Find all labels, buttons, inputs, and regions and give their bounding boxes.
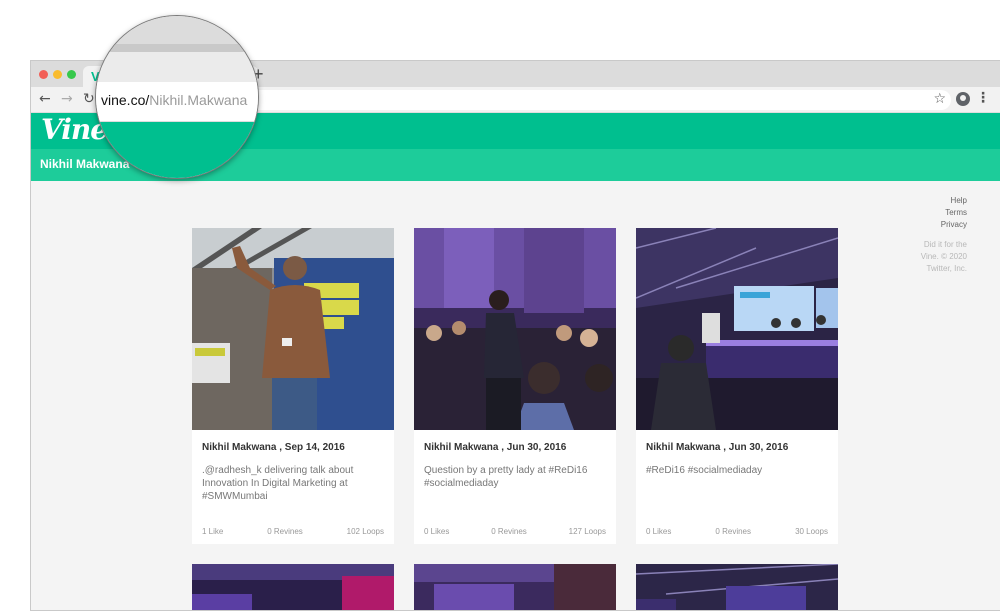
post-date: , Sep 14, 2016 — [276, 442, 345, 453]
profile-icon[interactable] — [956, 92, 970, 106]
revines-count[interactable]: 0 Revines — [715, 527, 751, 536]
post-meta: Nikhil Makwana , Jun 30, 2016 — [424, 442, 566, 453]
post-thumbnail[interactable] — [192, 228, 394, 430]
post-card[interactable]: Nikhil Makwana , Jun 30, 2016 #ReDi16 #s… — [636, 228, 838, 544]
post-card[interactable]: Nikhil Makwana , Jun 30, 2016 Question b… — [414, 228, 616, 544]
star-icon[interactable]: ☆ — [933, 91, 946, 107]
url-domain: vine.co/ — [101, 92, 150, 108]
likes-count[interactable]: 0 Likes — [424, 527, 449, 536]
likes-count[interactable]: 1 Like — [202, 527, 223, 536]
post-card[interactable]: Nikhil Makwana , Sep 14, 2016 .@radhesh_… — [192, 228, 394, 544]
forward-icon[interactable]: → — [61, 91, 73, 107]
maximize-window-button[interactable] — [67, 70, 76, 79]
footer-links: Help Terms Privacy Did it for the Vine. … — [917, 195, 967, 275]
post-thumbnail[interactable] — [636, 228, 838, 430]
likes-count[interactable]: 0 Likes — [646, 527, 671, 536]
url-path: Nikhil.Makwana — [149, 92, 248, 108]
privacy-link[interactable]: Privacy — [917, 219, 967, 231]
post-stats: 1 Like 0 Revines 102 Loops — [202, 527, 384, 536]
help-link[interactable]: Help — [917, 195, 967, 207]
post-meta: Nikhil Makwana , Jun 30, 2016 — [646, 442, 788, 453]
post-author[interactable]: Nikhil Makwana — [424, 442, 498, 453]
post-author[interactable]: Nikhil Makwana — [202, 442, 276, 453]
copyright-note: Did it for the Vine. © 2020 Twitter, Inc… — [920, 240, 967, 273]
post-author[interactable]: Nikhil Makwana — [646, 442, 720, 453]
terms-link[interactable]: Terms — [917, 207, 967, 219]
post-date: , Jun 30, 2016 — [498, 442, 567, 453]
magnified-tab — [96, 52, 258, 82]
post-stats: 0 Likes 0 Revines 30 Loops — [646, 527, 828, 536]
revines-count[interactable]: 0 Revines — [491, 527, 527, 536]
loops-count: 102 Loops — [346, 527, 384, 536]
reload-icon[interactable]: ↻ — [83, 91, 95, 107]
back-icon[interactable]: ← — [39, 91, 51, 107]
post-thumbnail[interactable] — [636, 564, 838, 610]
revines-count[interactable]: 0 Revines — [267, 527, 303, 536]
post-description: #ReDi16 #socialmediaday — [646, 465, 763, 476]
post-thumbnail[interactable] — [192, 564, 394, 610]
loops-count: 30 Loops — [795, 527, 828, 536]
post-stats: 0 Likes 0 Revines 127 Loops — [424, 527, 606, 536]
magnified-address-bar[interactable]: vine.co/Nikhil.Makwana — [96, 82, 258, 122]
post-description: .@radhesh_k delivering talk about Innova… — [202, 465, 354, 502]
post-date: , Jun 30, 2016 — [720, 442, 789, 453]
url-text[interactable]: vine.co/Nikhil.Makwana — [101, 92, 247, 108]
menu-icon[interactable]: ⋮ — [976, 90, 990, 106]
post-grid: Help Terms Privacy Did it for the Vine. … — [31, 181, 1000, 610]
magnified-tab-edge — [96, 44, 258, 52]
loops-count: 127 Loops — [568, 527, 606, 536]
magnifier-overlay: vine.co/Nikhil.Makwana — [95, 15, 259, 179]
post-thumbnail[interactable] — [414, 564, 616, 610]
post-meta: Nikhil Makwana , Sep 14, 2016 — [202, 442, 345, 453]
post-thumbnail[interactable] — [414, 228, 616, 430]
magnified-vine-header — [96, 122, 258, 178]
post-description: Question by a pretty lady at #ReDi16 #so… — [424, 465, 588, 489]
minimize-window-button[interactable] — [53, 70, 62, 79]
close-window-button[interactable] — [39, 70, 48, 79]
